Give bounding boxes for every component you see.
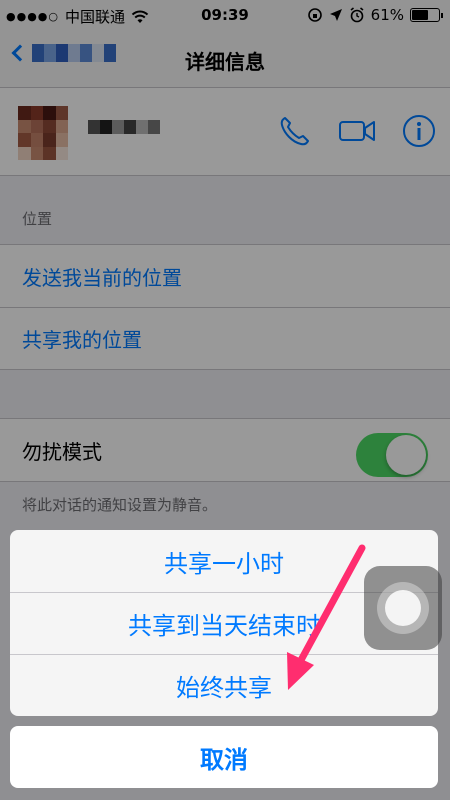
annotation-arrow-icon [287,544,366,690]
baidu-jingyan-watermark: Bai 经验 [361,762,428,781]
